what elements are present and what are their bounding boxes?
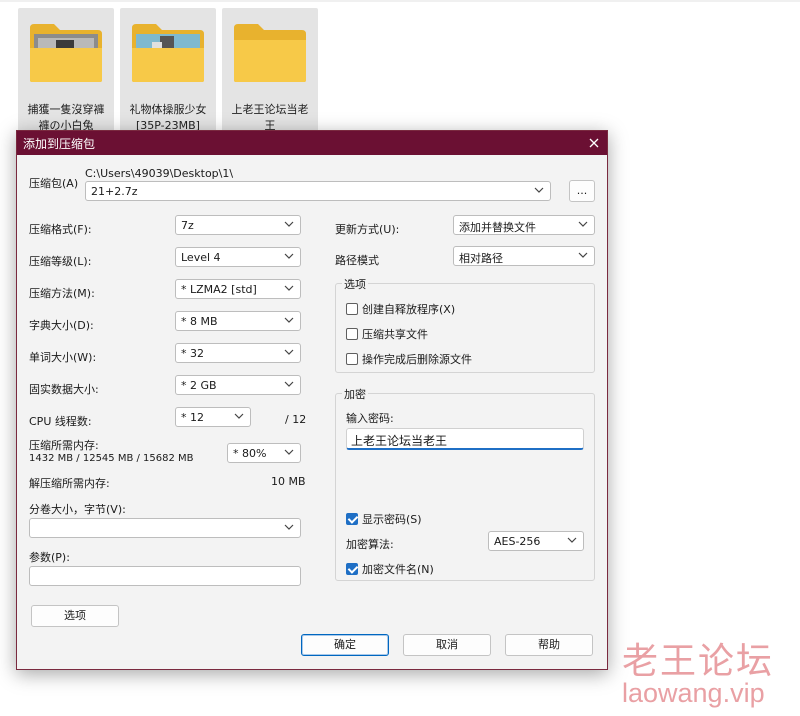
method-select[interactable]: * LZMA2 [std] <box>175 279 301 299</box>
decompress-label: 解压缩所需内存: <box>29 477 110 490</box>
archive-path: C:\Users\49039\Desktop\1\ <box>85 167 234 180</box>
threads-label: CPU 线程数: <box>29 415 92 428</box>
dialog-titlebar[interactable]: 添加到压缩包 <box>17 131 607 155</box>
chevron-down-icon <box>534 185 544 195</box>
format-label: 压缩格式(F): <box>29 223 92 236</box>
update-value: 添加并替换文件 <box>459 221 536 234</box>
update-label: 更新方式(U): <box>335 223 400 236</box>
pathmode-value: 相对路径 <box>459 252 503 265</box>
checkbox-checked-icon <box>346 563 358 575</box>
options-group: 选项 创建自释放程序(X) 压缩共享文件 操作完成后删除源文件 <box>335 276 595 373</box>
file-tile[interactable]: 捕獲一隻沒穿褲 褲の小白兔 <box>18 8 114 136</box>
level-value: Level 4 <box>181 251 221 264</box>
show-password-label: 显示密码(S) <box>362 513 422 526</box>
volume-select[interactable] <box>29 518 301 538</box>
level-select[interactable]: Level 4 <box>175 247 301 267</box>
cancel-button[interactable]: 取消 <box>403 634 491 656</box>
dialog-title: 添加到压缩包 <box>23 137 96 151</box>
memory-detail: 1432 MB / 12545 MB / 15682 MB <box>29 453 194 464</box>
memory-value: * 80% <box>233 447 267 460</box>
update-select[interactable]: 添加并替换文件 <box>453 215 595 235</box>
browse-button[interactable]: ... <box>569 180 595 202</box>
pathmode-select[interactable]: 相对路径 <box>453 246 595 266</box>
checkbox-box <box>346 303 358 315</box>
params-label: 参数(P): <box>29 551 70 564</box>
chevron-down-icon <box>284 283 294 293</box>
word-label: 单词大小(W): <box>29 351 97 364</box>
dict-label: 字典大小(D): <box>29 319 94 332</box>
password-label: 输入密码: <box>346 412 394 425</box>
password-input[interactable]: 上老王论坛当老王 <box>346 428 584 450</box>
help-button[interactable]: 帮助 <box>505 634 593 656</box>
chevron-down-icon <box>284 219 294 229</box>
add-to-archive-dialog: 添加到压缩包 压缩包(A) C:\Users\49039\Desktop\1\ … <box>16 130 608 670</box>
sfx-checkbox[interactable]: 创建自释放程序(X) <box>346 301 455 317</box>
close-icon <box>589 138 599 148</box>
encryption-method-label: 加密算法: <box>346 538 394 551</box>
shared-label: 压缩共享文件 <box>362 328 428 341</box>
encryption-group-title: 加密 <box>342 386 368 402</box>
encryption-group: 加密 输入密码: 上老王论坛当老王 显示密码(S) 加密算法: AES-256 … <box>335 386 595 581</box>
solid-label: 固实数据大小: <box>29 383 99 396</box>
checkbox-box <box>346 328 358 340</box>
decompress-value: 10 MB <box>271 475 306 488</box>
checkbox-checked-icon <box>346 513 358 525</box>
password-value: 上老王论坛当老王 <box>351 434 448 448</box>
chevron-down-icon <box>234 411 244 421</box>
folder-thumbnail-icon <box>132 24 204 82</box>
shared-checkbox[interactable]: 压缩共享文件 <box>346 326 428 342</box>
sfx-label: 创建自释放程序(X) <box>362 303 456 316</box>
chevron-down-icon <box>284 347 294 357</box>
volume-label: 分卷大小，字节(V): <box>29 503 126 516</box>
threads-value: * 12 <box>181 411 204 424</box>
params-input[interactable] <box>29 566 301 586</box>
encryption-method-value: AES-256 <box>494 535 541 548</box>
level-label: 压缩等级(L): <box>29 255 92 268</box>
chevron-down-icon <box>284 447 294 457</box>
encrypt-names-checkbox[interactable]: 加密文件名(N) <box>346 561 434 577</box>
delete-source-label: 操作完成后删除源文件 <box>362 353 472 366</box>
folder-icon <box>234 24 306 82</box>
close-button[interactable] <box>583 133 605 153</box>
word-select[interactable]: * 32 <box>175 343 301 363</box>
threads-max: / 12 <box>285 413 307 426</box>
chevron-down-icon <box>284 315 294 325</box>
watermark-url: laowang.vip <box>622 678 765 708</box>
dict-select[interactable]: * 8 MB <box>175 311 301 331</box>
options-group-title: 选项 <box>342 276 368 292</box>
archive-name-combo[interactable]: 21+2.7z <box>85 181 551 201</box>
word-value: * 32 <box>181 347 204 360</box>
dict-value: * 8 MB <box>181 315 218 328</box>
archive-label: 压缩包(A) <box>29 177 79 190</box>
chevron-down-icon <box>567 535 577 545</box>
solid-select[interactable]: * 2 GB <box>175 375 301 395</box>
checkbox-box <box>346 353 358 365</box>
explorer-top-border <box>0 0 800 2</box>
delete-source-checkbox[interactable]: 操作完成后删除源文件 <box>346 351 472 367</box>
chevron-down-icon <box>284 379 294 389</box>
chevron-down-icon <box>578 219 588 229</box>
memory-select[interactable]: * 80% <box>227 443 301 463</box>
chevron-down-icon <box>284 251 294 261</box>
method-value: * LZMA2 [std] <box>181 283 257 296</box>
chevron-down-icon <box>578 250 588 260</box>
solid-value: * 2 GB <box>181 379 217 392</box>
encryption-method-select[interactable]: AES-256 <box>488 531 584 551</box>
file-tile[interactable]: 上老王论坛当老 王 <box>222 8 318 136</box>
format-select[interactable]: 7z <box>175 215 301 235</box>
archive-name-value: 21+2.7z <box>91 185 138 198</box>
pathmode-label: 路径模式 <box>335 254 379 267</box>
encrypt-names-label: 加密文件名(N) <box>362 563 434 576</box>
method-label: 压缩方法(M): <box>29 287 95 300</box>
watermark-title: 老王论坛 <box>622 641 775 682</box>
folder-thumbnail-icon <box>30 24 102 82</box>
threads-select[interactable]: * 12 <box>175 407 251 427</box>
options-button[interactable]: 选项 <box>31 605 119 627</box>
format-value: 7z <box>181 219 194 232</box>
memory-label: 压缩所需内存: <box>29 439 99 452</box>
ok-button[interactable]: 确定 <box>301 634 389 656</box>
file-tile[interactable]: 礼物体操服少女 [35P-23MB] <box>120 8 216 136</box>
chevron-down-icon <box>284 522 294 532</box>
show-password-checkbox[interactable]: 显示密码(S) <box>346 511 422 527</box>
